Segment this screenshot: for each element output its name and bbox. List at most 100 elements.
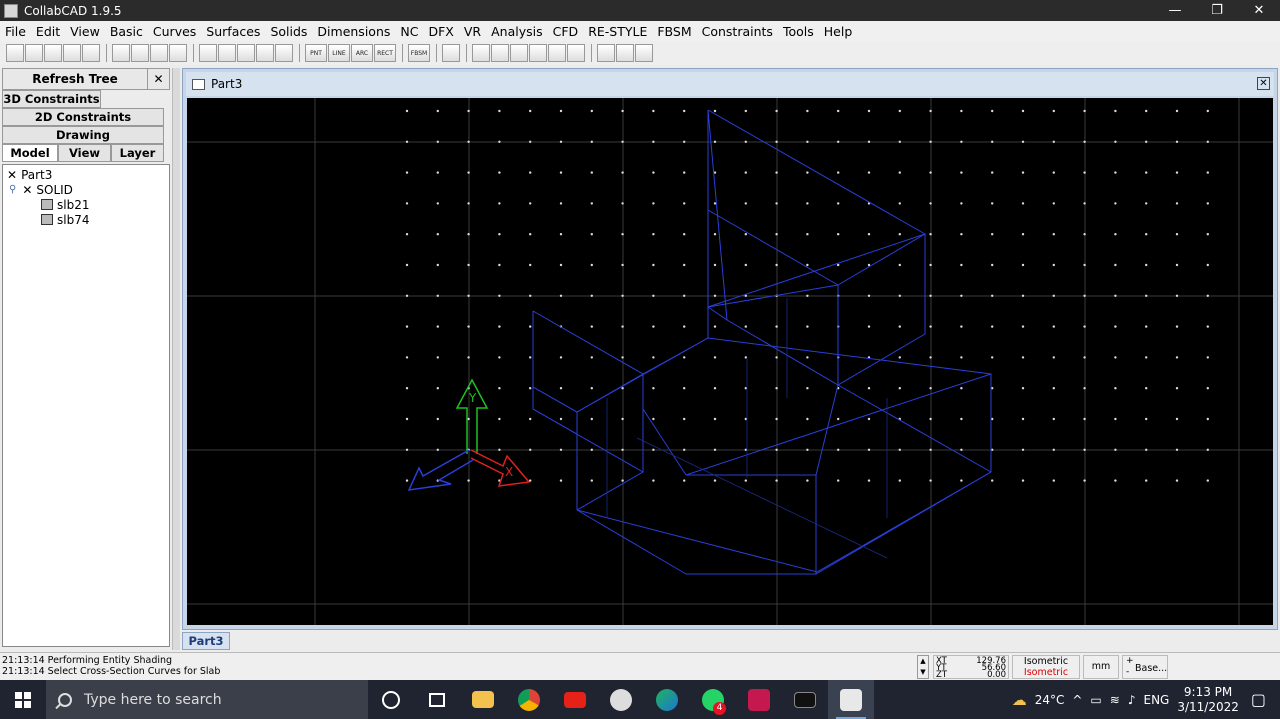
toolbar-pointer-button[interactable]: [567, 44, 585, 62]
toolbar-save-button[interactable]: [44, 44, 62, 62]
whatsapp-icon[interactable]: 4: [690, 680, 736, 719]
tab-part3[interactable]: Part3: [182, 632, 230, 650]
cortana-icon[interactable]: [368, 680, 414, 719]
menu-view[interactable]: View: [65, 24, 105, 39]
toolbar-text-button[interactable]: [510, 44, 528, 62]
taskbar-search[interactable]: Type here to search: [46, 680, 368, 719]
menu-curves[interactable]: Curves: [148, 24, 201, 39]
view-mode[interactable]: Isometric Isometric: [1012, 655, 1080, 679]
toolbar-select-button[interactable]: [199, 44, 217, 62]
grid-dot: [498, 417, 501, 421]
base-selector[interactable]: + - Base...: [1122, 655, 1168, 679]
refresh-tree-button[interactable]: Refresh Tree: [3, 69, 147, 89]
menu-vr[interactable]: VR: [459, 24, 486, 39]
menu-surfaces[interactable]: Surfaces: [201, 24, 265, 39]
weather-temp[interactable]: 24°C: [1035, 693, 1065, 707]
file-explorer-icon[interactable]: [460, 680, 506, 719]
unit-indicator[interactable]: mm: [1083, 655, 1119, 679]
menu-solids[interactable]: Solids: [265, 24, 312, 39]
toolbar-zoom-button[interactable]: [275, 44, 293, 62]
toolbar-tree-button[interactable]: [597, 44, 615, 62]
volume-icon[interactable]: ♪: [1128, 693, 1136, 707]
toolbar-capture-button[interactable]: [635, 44, 653, 62]
task-view-icon[interactable]: [414, 680, 460, 719]
toolbar-move-button[interactable]: [442, 44, 460, 62]
weather-icon[interactable]: ☁: [1012, 691, 1027, 709]
toolbar-undo-button[interactable]: [82, 44, 100, 62]
toolbar-line-button[interactable]: LINE: [328, 44, 350, 62]
battery-icon[interactable]: ▭: [1090, 693, 1101, 707]
language-indicator[interactable]: ENG: [1143, 693, 1169, 707]
menu-nc[interactable]: NC: [395, 24, 423, 39]
viewport-canvas[interactable]: YX: [187, 98, 1273, 625]
tab-2d-constraints[interactable]: 2D Constraints: [2, 108, 164, 126]
menu-analysis[interactable]: Analysis: [486, 24, 548, 39]
log-scroll-arrows[interactable]: ▲ ▼: [917, 655, 929, 679]
panel-splitter[interactable]: [172, 68, 180, 650]
toolbar-fit-button[interactable]: [150, 44, 168, 62]
tree-node-part3[interactable]: ✕ Part3: [7, 167, 165, 182]
toolbar-copy-button[interactable]: [131, 44, 149, 62]
toolbar-open-button[interactable]: [25, 44, 43, 62]
menu-tools[interactable]: Tools: [778, 24, 819, 39]
chrome-icon[interactable]: [506, 680, 552, 719]
menu-dimensions[interactable]: Dimensions: [312, 24, 395, 39]
menu-edit[interactable]: Edit: [31, 24, 65, 39]
menu-file[interactable]: File: [0, 24, 31, 39]
terminal-icon[interactable]: [782, 680, 828, 719]
edge-icon[interactable]: [644, 680, 690, 719]
menu-fbsm[interactable]: FBSM: [652, 24, 696, 39]
tab-3d-constraints[interactable]: 3D Constraints: [2, 90, 101, 108]
tab-view[interactable]: View: [58, 144, 111, 162]
menu-basic[interactable]: Basic: [105, 24, 148, 39]
close-button[interactable]: ✕: [1238, 0, 1280, 21]
document-close-button[interactable]: ✕: [1257, 77, 1270, 90]
media-app-icon[interactable]: [736, 680, 782, 719]
toolbar-rotate-button[interactable]: [491, 44, 509, 62]
grid-dot: [652, 233, 655, 236]
tree-node-slb74[interactable]: slb74: [7, 212, 165, 227]
toolbar-rect-button[interactable]: RECT: [374, 44, 396, 62]
tree-node-slb21[interactable]: slb21: [7, 197, 165, 212]
grid-dot: [806, 233, 809, 236]
toolbar-print-button[interactable]: [63, 44, 81, 62]
tab-layer[interactable]: Layer: [111, 144, 164, 162]
menu-restyle[interactable]: RE-STYLE: [583, 24, 652, 39]
toolbar-shade-button[interactable]: [529, 44, 547, 62]
toolbar-grid-button[interactable]: [472, 44, 490, 62]
clock[interactable]: 9:13 PM 3/11/2022: [1177, 685, 1239, 715]
menu-help[interactable]: Help: [819, 24, 858, 39]
tree-node-solid[interactable]: ⚲ ✕ SOLID: [7, 182, 165, 197]
grid-dot: [498, 325, 501, 328]
java-app-icon[interactable]: [828, 680, 874, 719]
toolbar-axis-button[interactable]: [548, 44, 566, 62]
toolbar-xform-button[interactable]: [237, 44, 255, 62]
minimize-button[interactable]: —: [1154, 0, 1196, 21]
expand-handle-icon[interactable]: ⚲: [9, 184, 16, 195]
restore-button[interactable]: ❐: [1196, 0, 1238, 21]
tab-drawing[interactable]: Drawing: [2, 126, 164, 144]
toolbar-trim-button[interactable]: [218, 44, 236, 62]
menu-dfx[interactable]: DFX: [423, 24, 458, 39]
toolbar-fbsm-button[interactable]: FBSM: [408, 44, 430, 62]
tab-model[interactable]: Model: [2, 144, 58, 162]
youtube-icon[interactable]: [552, 680, 598, 719]
chevron-up-icon[interactable]: ^: [1072, 693, 1082, 707]
toolbar-pnt-button[interactable]: PNT: [305, 44, 327, 62]
close-panel-button[interactable]: ✕: [147, 69, 169, 89]
wifi-icon[interactable]: ≋: [1110, 693, 1120, 707]
cad-viewport[interactable]: YX: [187, 98, 1273, 625]
toolbar-delete-button[interactable]: [169, 44, 187, 62]
toolbar-arc-button[interactable]: ARC: [351, 44, 373, 62]
notification-icon[interactable]: ▢: [1251, 690, 1266, 709]
toolbar-new-button[interactable]: [6, 44, 24, 62]
grid-dot: [713, 233, 717, 236]
menu-constraints[interactable]: Constraints: [697, 24, 778, 39]
toolbar-redo-button[interactable]: [112, 44, 130, 62]
start-button[interactable]: [0, 680, 46, 719]
menu-cfd[interactable]: CFD: [548, 24, 584, 39]
grid-dot: [498, 294, 501, 297]
wordpress-icon[interactable]: [598, 680, 644, 719]
toolbar-shape-button[interactable]: [256, 44, 274, 62]
toolbar-palette-button[interactable]: [616, 44, 634, 62]
